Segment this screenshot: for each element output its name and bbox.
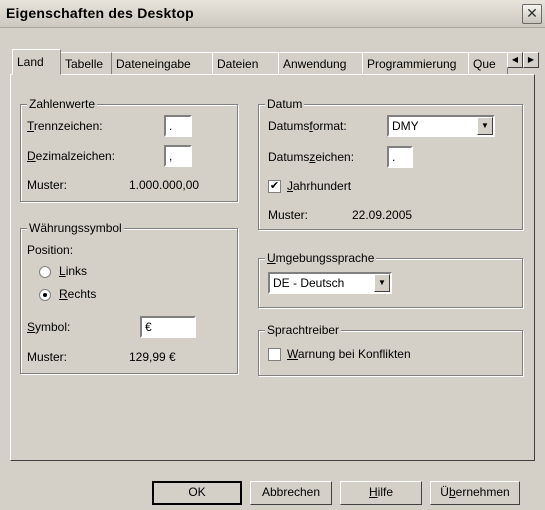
tab-label: Tabelle	[65, 57, 104, 71]
tab-dateien[interactable]: Dateien	[212, 52, 279, 74]
tab-scroll-right-button[interactable]: ▶	[523, 52, 539, 68]
hilfe-button[interactable]: Hilfe	[340, 481, 422, 505]
jahrhundert-checkbox[interactable]: ✔	[268, 180, 281, 193]
trennzeichen-label: Trennzeichen:	[27, 119, 103, 133]
waehrung-muster-label: Muster:	[27, 350, 68, 364]
triangle-right-icon: ▶	[527, 55, 535, 64]
uebernehmen-button[interactable]: Übernehmen	[430, 481, 520, 505]
warnung-label[interactable]: Warnung bei Konflikten	[287, 347, 411, 361]
datumsformat-value: DMY	[392, 119, 419, 133]
warnung-checkbox[interactable]	[268, 348, 281, 361]
chevron-down-icon[interactable]: ▼	[374, 274, 390, 292]
tab-dateneingabe[interactable]: Dateneingabe	[111, 52, 213, 74]
tab-label: Anwendung	[283, 57, 347, 71]
datumszeichen-input[interactable]: .	[387, 146, 413, 168]
tab-label: Dateneingabe	[116, 57, 191, 71]
radio-rechts-label[interactable]: Rechts	[59, 287, 96, 301]
tab-label: Que	[473, 57, 496, 71]
jahrhundert-label[interactable]: Jahrhundert	[287, 179, 351, 193]
group-zahlenwerte-legend: Zahlenwerte	[27, 97, 98, 111]
tab-label: Programmierung	[367, 57, 457, 71]
ok-button[interactable]: OK	[152, 481, 242, 505]
zahlen-muster-value: 1.000.000,00	[129, 178, 200, 192]
group-umgebungssprache-legend: Umgebungssprache	[265, 251, 377, 265]
datumsformat-label: Datumsformat:	[268, 119, 347, 133]
chevron-down-icon[interactable]: ▼	[477, 117, 493, 135]
tab-label: Dateien	[217, 57, 259, 71]
tab-scroll-left-button[interactable]: ◀	[507, 52, 523, 68]
position-label: Position:	[27, 243, 74, 257]
zahlen-muster-label: Muster:	[27, 178, 68, 192]
title-bar[interactable]: Eigenschaften des Desktop ✕	[0, 0, 545, 28]
window-title: Eigenschaften des Desktop	[6, 5, 194, 21]
tab-que[interactable]: Que	[468, 52, 508, 74]
dezimalzeichen-label: Dezimalzeichen:	[27, 149, 116, 163]
tab-tabelle[interactable]: Tabelle	[60, 52, 112, 74]
radio-rechts[interactable]	[39, 289, 51, 301]
dezimalzeichen-input[interactable]: ,	[164, 145, 192, 167]
group-datum-legend: Datum	[265, 97, 305, 111]
symbol-input[interactable]: €	[140, 316, 196, 338]
group-waehrungssymbol-legend: Währungssymbol	[27, 221, 124, 235]
close-icon: ✕	[526, 6, 538, 22]
tab-land[interactable]: Land	[12, 49, 61, 75]
checkmark-icon: ✔	[269, 180, 280, 192]
waehrung-muster-value: 129,99 €	[129, 350, 176, 364]
triangle-left-icon: ◀	[511, 55, 519, 64]
datumsformat-select[interactable]: DMY ▼	[387, 115, 495, 137]
abbrechen-button[interactable]: Abbrechen	[250, 481, 332, 505]
close-button[interactable]: ✕	[522, 4, 542, 24]
umgebungssprache-select[interactable]: DE - Deutsch ▼	[268, 272, 392, 294]
radio-links-label[interactable]: Links	[59, 264, 87, 278]
trennzeichen-input[interactable]: .	[164, 115, 192, 137]
tab-programmierung[interactable]: Programmierung	[362, 52, 469, 74]
radio-links[interactable]	[39, 266, 51, 278]
tab-label: Land	[17, 55, 44, 69]
properties-dialog: Eigenschaften des Desktop ✕ Dateneingabe…	[0, 0, 545, 510]
datum-muster-value: 22.09.2005	[352, 208, 413, 222]
tab-anwendung[interactable]: Anwendung	[278, 52, 363, 74]
datumszeichen-label: Datumszeichen:	[268, 150, 355, 164]
umgebungssprache-value: DE - Deutsch	[273, 276, 345, 290]
group-sprachtreiber-legend: Sprachtreiber	[265, 323, 342, 337]
symbol-label: Symbol:	[27, 320, 71, 334]
datum-muster-label: Muster:	[268, 208, 309, 222]
